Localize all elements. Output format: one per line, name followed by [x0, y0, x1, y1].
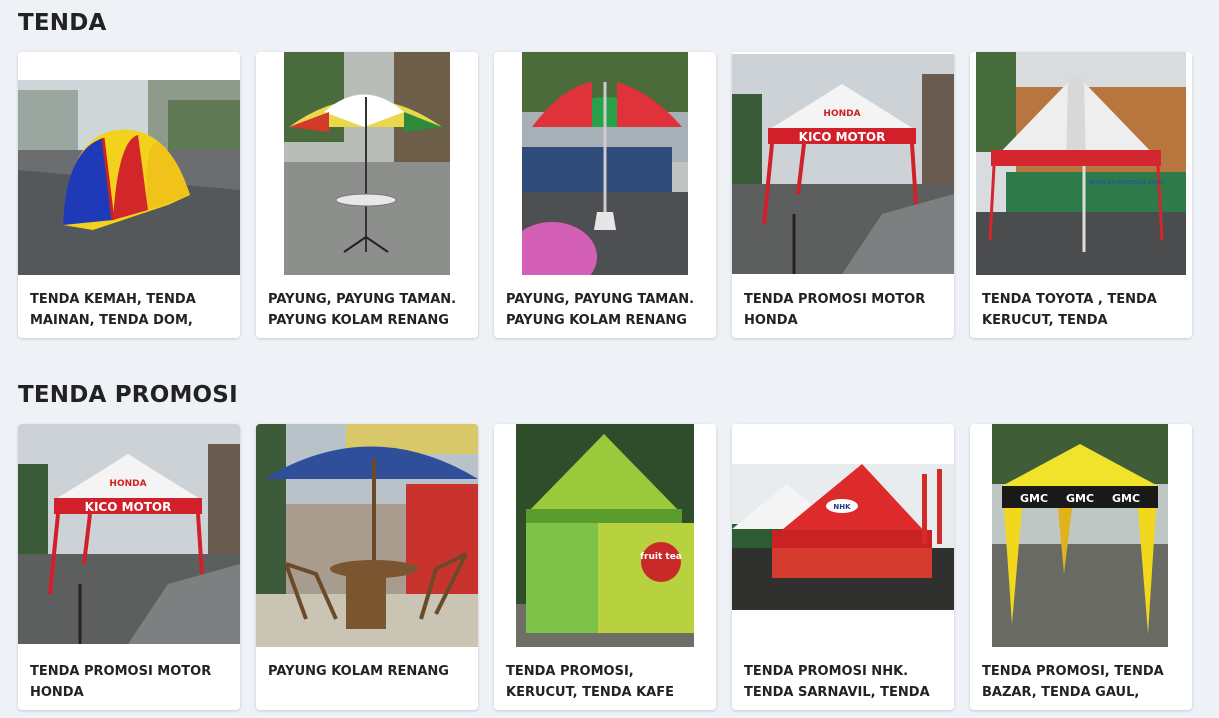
product-title[interactable]: TENDA TOYOTA , TENDA KERUCUT, TENDA PROM…	[982, 289, 1182, 331]
product-grid-tenda-promosi: HONDA KICO MOTOR TENDA PROMOSI MOTOR HON…	[18, 424, 1192, 710]
product-title[interactable]: TENDA PROMOSI, TENDA BAZAR, TENDA GAUL, …	[982, 661, 1182, 703]
product-title[interactable]: TENDA KEMAH, TENDA MAINAN, TENDA DOM,	[30, 289, 230, 331]
product-card[interactable]: fruit tea TENDA PROMOSI, KERUCUT, TENDA …	[494, 424, 716, 710]
product-card[interactable]: PAYUNG, PAYUNG TAMAN. PAYUNG KOLAM RENAN…	[494, 52, 716, 338]
honda-logo-text: HONDA	[823, 109, 860, 119]
product-card[interactable]: GMC GMC GMC TENDA PROMOSI, TENDA BAZAR, …	[970, 424, 1192, 710]
product-title[interactable]: TENDA PROMOSI NHK. TENDA SARNAVIL, TENDA	[744, 661, 944, 703]
product-title[interactable]: TENDA PROMOSI, KERUCUT, TENDA KAFE	[506, 661, 706, 703]
product-card[interactable]: TENDA KEMAH, TENDA MAINAN, TENDA DOM,	[18, 52, 240, 338]
product-image[interactable]: HONDA KICO MOTOR	[732, 52, 954, 275]
section-title-tenda-promosi: TENDA PROMOSI	[18, 382, 238, 408]
product-card[interactable]: HONDA KICO MOTOR TENDA PROMOSI MOTOR HON…	[18, 424, 240, 710]
gmc-banner-text: GMC	[1020, 492, 1048, 505]
kico-banner-text: KICO MOTOR	[799, 130, 886, 144]
toyota-sign-text: www.sewatenda.com	[1089, 178, 1163, 186]
product-grid-tenda: TENDA KEMAH, TENDA MAINAN, TENDA DOM, PA…	[18, 52, 1192, 338]
gmc-banner-text: GMC	[1066, 492, 1094, 505]
product-title[interactable]: TENDA PROMOSI MOTOR HONDA	[744, 289, 944, 331]
product-image[interactable]: HONDA KICO MOTOR	[18, 424, 240, 647]
gmc-banner-text: GMC	[1112, 492, 1140, 505]
product-image[interactable]: fruit tea	[494, 424, 716, 647]
product-card[interactable]: HONDA KICO MOTOR TENDA PROMOSI MOTOR HON…	[732, 52, 954, 338]
product-image[interactable]: GMC GMC GMC	[970, 424, 1192, 647]
product-card[interactable]: PAYUNG, PAYUNG TAMAN. PAYUNG KOLAM RENAN…	[256, 52, 478, 338]
product-image[interactable]	[494, 52, 716, 275]
product-image[interactable]	[18, 52, 240, 275]
product-image[interactable]: www.sewatenda.com	[970, 52, 1192, 275]
honda-logo-text: HONDA	[109, 479, 146, 489]
product-title[interactable]: PAYUNG, PAYUNG TAMAN. PAYUNG KOLAM RENAN…	[506, 289, 706, 331]
product-title[interactable]: TENDA PROMOSI MOTOR HONDA	[30, 661, 230, 703]
fruit-tea-logo-text: fruit tea	[640, 552, 682, 562]
product-image[interactable]	[256, 424, 478, 647]
nhk-logo-text: NHK	[833, 503, 851, 511]
product-title[interactable]: PAYUNG, PAYUNG TAMAN. PAYUNG KOLAM RENAN…	[268, 289, 468, 331]
product-card[interactable]: PAYUNG KOLAM RENANG	[256, 424, 478, 710]
product-card[interactable]: www.sewatenda.com TENDA TOYOTA , TENDA K…	[970, 52, 1192, 338]
product-title[interactable]: PAYUNG KOLAM RENANG	[268, 661, 468, 682]
product-image[interactable]: NHK	[732, 424, 954, 647]
product-card[interactable]: NHK TENDA PROMOSI NHK. TENDA SARNAVIL, T…	[732, 424, 954, 710]
kico-banner-text: KICO MOTOR	[85, 500, 172, 514]
product-image[interactable]	[256, 52, 478, 275]
section-title-tenda: TENDA	[18, 10, 107, 36]
